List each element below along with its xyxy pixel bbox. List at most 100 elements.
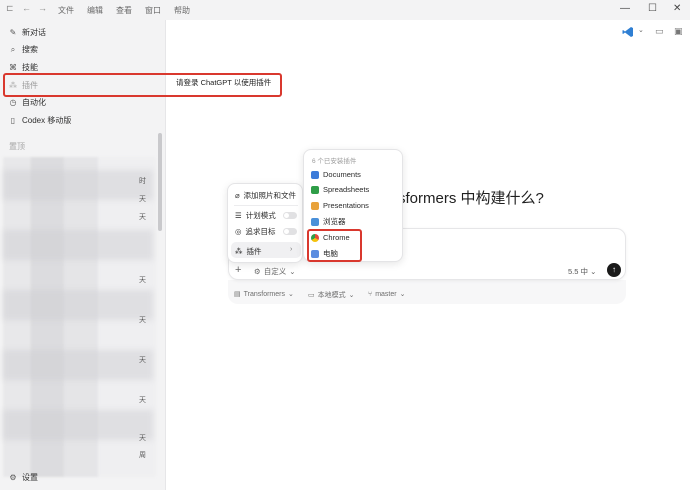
settings-label: 设置 [22, 473, 38, 482]
spreadsheets-icon [311, 185, 319, 194]
monitor-icon: ▭ [308, 292, 315, 299]
plan-mode-item[interactable]: ☰ 计划模式 [235, 210, 276, 221]
plugin-label: Spreadsheets [323, 185, 370, 194]
panel-toggle-icon[interactable]: ▣ [674, 26, 683, 37]
chevron-down-icon: ⌄ [289, 267, 296, 276]
redacted-row [3, 410, 153, 440]
repo-chip-label: Transformers [243, 290, 285, 298]
thread-time: 天 [139, 397, 146, 404]
local-mode-label: 本地模式 [317, 292, 346, 299]
pursue-goal-item[interactable]: ◎ 追求目标 [235, 226, 276, 237]
sidebar-scrollbar[interactable] [158, 133, 162, 231]
custom-mode-button[interactable]: ⚙ 自定义 ⌄ [254, 266, 296, 277]
login-tooltip: 请登录 ChatGPT 以使用插件 [176, 78, 272, 87]
vscode-icon[interactable] [622, 26, 634, 38]
sidebar-item-label: 搜索 [22, 45, 38, 54]
thread-time: 天 [139, 196, 146, 203]
menu-item-label: 添加照片和文件 [243, 191, 297, 200]
plugin-browser[interactable]: 浏览器 [311, 216, 346, 227]
branch-chip[interactable]: ⑂ master ⌄ [368, 290, 406, 299]
thread-time: 天 [139, 277, 146, 284]
chevron-down-icon: ⌄ [348, 292, 355, 299]
send-button[interactable]: ↑ [607, 263, 621, 277]
documents-icon [311, 170, 319, 179]
clock-icon: ◷ [9, 98, 17, 107]
minimize-button[interactable]: — [620, 3, 630, 14]
sidebar-item-label: 新对话 [22, 28, 46, 37]
add-button[interactable]: + [235, 264, 241, 276]
add-photos-files-item[interactable]: ⌀ 添加照片和文件 [235, 190, 296, 201]
plugin-presentations[interactable]: Presentations [311, 201, 369, 210]
model-label: 5.5 中 [568, 267, 589, 276]
menu-divider [234, 205, 298, 206]
redacted-row [3, 290, 153, 320]
menu-view[interactable]: 查看 [116, 5, 132, 16]
chevron-down-icon[interactable]: ⌄ [638, 26, 644, 34]
thread-time: 天 [139, 317, 146, 324]
redacted-row [3, 230, 153, 260]
plugin-spreadsheets[interactable]: Spreadsheets [311, 185, 369, 194]
back-icon[interactable]: ← [22, 3, 31, 13]
menu-window[interactable]: 窗口 [145, 5, 161, 16]
paperclip-icon: ⌀ [235, 191, 240, 200]
plan-mode-toggle[interactable] [283, 212, 297, 219]
skills-icon: ⌘ [9, 63, 17, 72]
branch-label: master [375, 290, 397, 298]
repo-chip[interactable]: ▤ Transformers ⌄ [234, 290, 294, 299]
thread-time: 天 [139, 214, 146, 221]
gear-icon: ⚙ [254, 267, 261, 276]
plugin-label: Documents [323, 170, 361, 179]
plugin-label: Presentations [323, 201, 369, 210]
highlight-box [307, 229, 362, 262]
sidebar-toggle-icon[interactable]: ⊏ [6, 3, 14, 14]
mobile-icon: ▯ [10, 116, 16, 125]
sidebar-item-label: 自动化 [22, 98, 46, 107]
search-icon: ⌕ [10, 44, 16, 54]
forward-icon[interactable]: → [38, 3, 47, 13]
chevron-right-icon: › [290, 246, 293, 253]
sidebar-item-search[interactable]: ⌕ 搜索 [9, 44, 38, 55]
sidebar-item-label: Codex 移动版 [22, 116, 72, 125]
plugin-documents[interactable]: Documents [311, 170, 361, 179]
thread-time: 天 [139, 435, 146, 442]
redacted-row [3, 170, 153, 200]
sidebar-item-automation[interactable]: ◷ 自动化 [9, 97, 47, 108]
pinned-section-label: 置顶 [9, 142, 25, 151]
edit-icon: ✎ [9, 28, 17, 37]
menu-edit[interactable]: 编辑 [87, 5, 103, 16]
title-bar: ⊏ ← → 文件 编辑 查看 窗口 帮助 — ☐ ✕ [0, 0, 690, 20]
sidebar-item-new-chat[interactable]: ✎ 新对话 [9, 27, 46, 38]
page-title: sformers 中构建什么? [398, 190, 544, 207]
plugins-count-header: 6 个已安装插件 [312, 158, 357, 165]
gear-icon: ⚙ [9, 473, 17, 482]
folder-icon: ▤ [234, 291, 241, 298]
sidebar-item-label: 技能 [22, 63, 38, 72]
list-icon: ☰ [235, 211, 242, 220]
chevron-down-icon: ⌄ [287, 291, 294, 298]
chevron-down-icon: ⌄ [590, 267, 597, 276]
menu-file[interactable]: 文件 [58, 5, 74, 16]
chevron-down-icon: ⌄ [399, 291, 406, 298]
menu-help[interactable]: 帮助 [174, 5, 190, 16]
attach-menu: ⌀ 添加照片和文件 ☰ 计划模式 ◎ 追求目标 ⁂ 插件 › [227, 183, 303, 263]
menu-item-label: 追求目标 [245, 227, 276, 236]
local-mode-chip[interactable]: ▭ 本地模式 ⌄ [308, 290, 355, 300]
terminal-icon[interactable]: ▭ [655, 26, 664, 37]
plugins-submenu-item[interactable]: ⁂ 插件 [235, 246, 262, 257]
maximize-button[interactable]: ☐ [648, 3, 657, 14]
arrow-up-icon: ↑ [612, 265, 616, 274]
sidebar-item-skills[interactable]: ⌘ 技能 [9, 62, 38, 73]
branch-icon: ⑂ [368, 290, 373, 298]
thread-time: 周 [139, 452, 146, 459]
menu-item-label: 计划模式 [245, 211, 276, 220]
plugins-icon: ⁂ [235, 247, 243, 256]
redacted-row [3, 350, 153, 380]
close-button[interactable]: ✕ [673, 3, 681, 14]
settings-button[interactable]: ⚙ 设置 [9, 472, 38, 483]
sidebar-item-codex-mobile[interactable]: ▯ Codex 移动版 [9, 115, 72, 126]
pursue-goal-toggle[interactable] [283, 228, 297, 235]
model-selector[interactable]: 5.5 中 ⌄ [568, 266, 596, 277]
presentations-icon [311, 201, 319, 210]
custom-label: 自定义 [263, 267, 287, 276]
target-icon: ◎ [235, 227, 242, 236]
